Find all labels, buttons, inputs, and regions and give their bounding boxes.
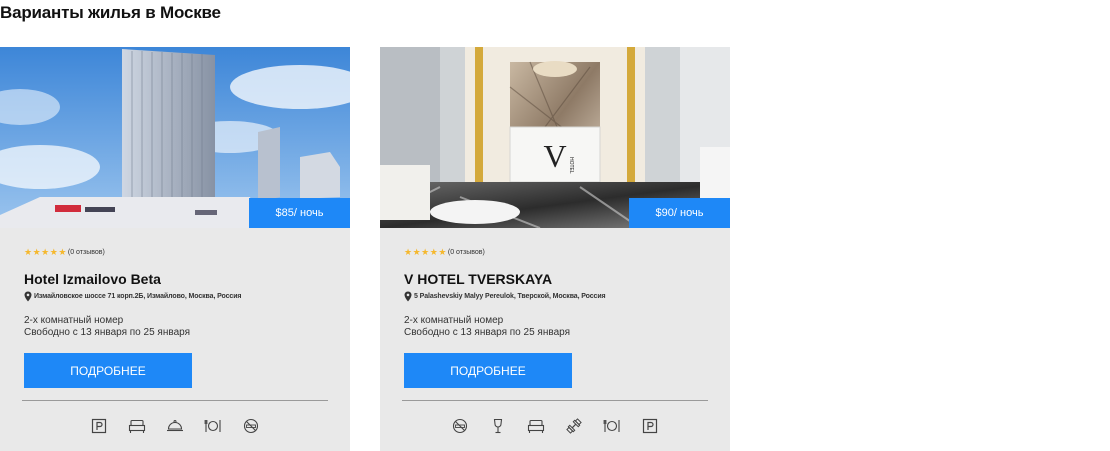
amenities-list xyxy=(380,415,730,437)
room-service-icon xyxy=(165,416,185,436)
star-icon: ★ xyxy=(429,247,438,257)
divider xyxy=(22,400,328,401)
hotel-photo[interactable]: V HOTEL $90/ ночь xyxy=(380,47,730,228)
room-type: 2-х комнатный номер xyxy=(24,315,124,326)
star-icon: ★ xyxy=(404,247,413,257)
location-pin-icon xyxy=(24,291,32,302)
hotel-logo-text: HOTEL xyxy=(568,157,574,174)
address-text: Измайловское шоссе 71 корп.2Б, Измайлово… xyxy=(34,293,242,300)
availability-dates: Свободно с 13 января по 25 января xyxy=(404,327,570,338)
reviews-count: (0 отзывов) xyxy=(67,249,105,256)
star-icon: ★ xyxy=(49,247,58,257)
star-icon: ★ xyxy=(58,247,67,257)
hotel-logo-letter: V xyxy=(543,138,566,174)
bed-icon xyxy=(127,416,147,436)
reviews-count: (0 отзывов) xyxy=(447,249,485,256)
no-smoking-icon xyxy=(241,416,261,436)
parking-icon xyxy=(89,416,109,436)
star-icon: ★ xyxy=(438,247,447,257)
address-text: 5 Palashevskiy Malyy Pereulok, Тверской,… xyxy=(414,293,606,300)
no-smoking-icon xyxy=(450,416,470,436)
star-icon: ★ xyxy=(421,247,430,257)
fitness-icon xyxy=(564,416,584,436)
address: Измайловское шоссе 71 корп.2Б, Измайлово… xyxy=(24,291,242,302)
page-title: Варианты жилья в Москве xyxy=(0,3,221,22)
hotel-photo[interactable]: $85/ ночь xyxy=(0,47,350,228)
location-pin-icon xyxy=(404,291,412,302)
details-button[interactable]: ПОДРОБНЕЕ xyxy=(404,353,572,388)
amenities-list xyxy=(0,415,350,437)
price-badge: $90/ ночь xyxy=(629,198,730,228)
star-icon: ★ xyxy=(41,247,50,257)
availability-dates: Свободно с 13 января по 25 января xyxy=(24,327,190,338)
star-icon: ★ xyxy=(24,247,33,257)
restaurant-icon xyxy=(203,416,223,436)
divider xyxy=(402,400,708,401)
parking-icon xyxy=(640,416,660,436)
hotel-card: $85/ ночь ★ ★ ★ ★ ★ (0 отзывов) Hotel Iz… xyxy=(0,47,350,451)
hotel-card: V HOTEL $90/ ночь ★ ★ ★ ★ ★ (0 отзывов) … xyxy=(380,47,730,451)
room-type: 2-х комнатный номер xyxy=(404,315,504,326)
restaurant-icon xyxy=(602,416,622,436)
hotel-name[interactable]: Hotel Izmailovo Beta xyxy=(24,271,161,287)
wine-glass-icon xyxy=(488,416,508,436)
rating: ★ ★ ★ ★ ★ (0 отзывов) xyxy=(404,248,485,257)
details-button[interactable]: ПОДРОБНЕЕ xyxy=(24,353,192,388)
star-icon: ★ xyxy=(32,247,41,257)
hotel-name[interactable]: V HOTEL TVERSKAYA xyxy=(404,271,552,287)
bed-icon xyxy=(526,416,546,436)
rating: ★ ★ ★ ★ ★ (0 отзывов) xyxy=(24,248,105,257)
address: 5 Palashevskiy Malyy Pereulok, Тверской,… xyxy=(404,291,606,302)
price-badge: $85/ ночь xyxy=(249,198,350,228)
star-icon: ★ xyxy=(412,247,421,257)
